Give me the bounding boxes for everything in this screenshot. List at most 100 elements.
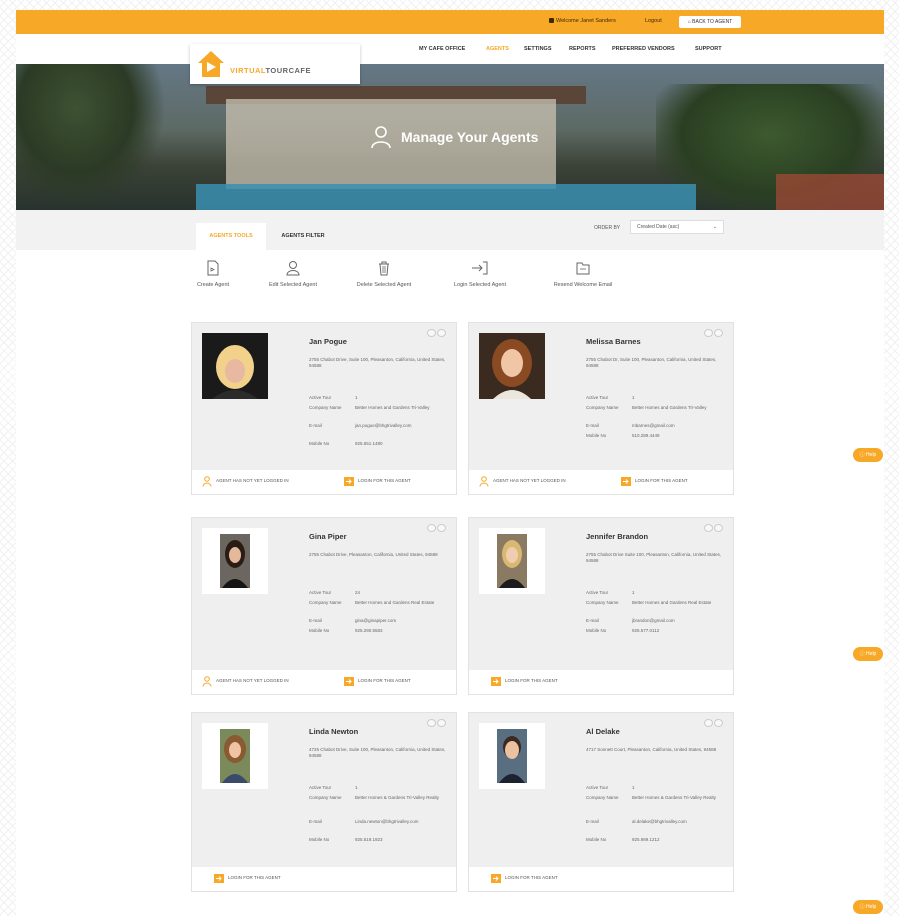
- field-label: Company Name: [309, 600, 342, 605]
- field-row: Active Tour 1: [309, 395, 454, 405]
- field-label: Active Tour: [586, 590, 609, 595]
- login-icon: [491, 874, 501, 883]
- field-label: Mobile No: [586, 628, 607, 633]
- field-label: E-mail: [309, 618, 322, 623]
- agent-address: 4725 Chabot Drive, Suite 100, Pleasanton…: [309, 747, 446, 758]
- help-button[interactable]: ⓘ Help: [853, 448, 883, 462]
- virtual-tour-cafe-logo[interactable]: VIRTUALTOURCAFE: [190, 44, 360, 84]
- agent-fields: Active Tour 1 Company Name Better Homes an…: [309, 395, 454, 451]
- card-footer: LOGIN FOR THIS AGENT: [192, 867, 456, 891]
- agent-address: 2755 Chabot Dr, Suite 100, Pleasanton, C…: [586, 357, 717, 368]
- field-label: Mobile No: [309, 628, 330, 633]
- agent-card[interactable]: Gina Piper 2755 Chabot Drive, Pleasanton…: [191, 517, 457, 695]
- top-bar: Welcome Janet Sanders Logout ⌂ BACK TO A…: [16, 10, 884, 34]
- nav-my-cafe-office[interactable]: MY CAFE OFFICE: [419, 46, 465, 52]
- help-button[interactable]: ⓘ Help: [853, 647, 883, 661]
- field-value: 510.289.4449: [632, 433, 660, 438]
- field-row: Company Name Better Homes and Gardens Rea…: [586, 600, 731, 618]
- order-by-select[interactable]: Created Date (asc) ⌄: [630, 220, 724, 234]
- login-for-agent-link[interactable]: LOGIN FOR THIS AGENT: [505, 678, 558, 683]
- field-label: Mobile No: [309, 837, 330, 842]
- field-label: Company Name: [309, 795, 342, 800]
- tab-agents-tools[interactable]: AGENTS TOOLS: [196, 223, 266, 250]
- edit-icon[interactable]: [427, 719, 436, 727]
- login-for-agent-link[interactable]: LOGIN FOR THIS AGENT: [358, 478, 411, 483]
- tab-agents-filter[interactable]: AGENTS FILTER: [268, 223, 338, 250]
- help-button[interactable]: ⓘ Help: [853, 900, 883, 914]
- edit-icon[interactable]: [427, 524, 436, 532]
- field-value: 24: [355, 590, 361, 595]
- agent-card[interactable]: Jennifer Brandon 2755 Chabot Drive Suite…: [468, 517, 734, 695]
- not-logged-in-status: AGENT HAS NOT YET LOGGED IN: [216, 478, 289, 483]
- resend-welcome-email-button[interactable]: Resend Welcome Email: [539, 260, 627, 288]
- nav-agents[interactable]: AGENTS: [486, 46, 509, 52]
- login-icon: [344, 477, 354, 486]
- field-label: E-mail: [309, 819, 322, 824]
- agent-name: Jennifer Brandon: [586, 532, 649, 541]
- edit-selected-agent-button[interactable]: Edit Selected Agent: [257, 260, 329, 288]
- card-footer: AGENT HAS NOT YET LOGGED IN LOGIN FOR TH…: [192, 670, 456, 694]
- nav-preferred-vendors[interactable]: PREFERRED VENDORS: [612, 46, 675, 52]
- agent-card[interactable]: Jan Pogue 2755 Chabot Drive, Suite 100, …: [191, 322, 457, 495]
- field-row: Mobile No 925.989.1212: [586, 837, 731, 847]
- close-icon[interactable]: [437, 719, 446, 727]
- login-icon: [491, 677, 501, 686]
- field-row: Mobile No 510.289.4449: [586, 433, 731, 443]
- order-by-label: ORDER BY: [594, 225, 621, 231]
- edit-icon[interactable]: [704, 719, 713, 727]
- field-label: E-mail: [309, 423, 322, 428]
- edit-icon[interactable]: [704, 329, 713, 337]
- field-value: Better Homes & Gardens Tri-Valley Realty: [632, 795, 716, 800]
- agent-card[interactable]: Linda Newton 4725 Chabot Drive, Suite 10…: [191, 712, 457, 892]
- order-by-value: Created Date (asc): [637, 224, 680, 230]
- field-value: 925.577.0112: [632, 628, 660, 633]
- main-nav: MY CAFE OFFICE AGENTS SETTINGS REPORTS P…: [16, 34, 884, 64]
- field-row: Mobile No 925.519.1923: [309, 837, 454, 847]
- nav-settings[interactable]: SETTINGS: [524, 46, 552, 52]
- login-for-agent-link[interactable]: LOGIN FOR THIS AGENT: [635, 478, 688, 483]
- edit-icon[interactable]: [704, 524, 713, 532]
- login-for-agent-link[interactable]: LOGIN FOR THIS AGENT: [358, 678, 411, 683]
- delete-selected-agent-button[interactable]: Delete Selected Agent: [344, 260, 424, 288]
- field-row: E-mail jan.pogue@bhgtrivalley.com: [309, 423, 454, 441]
- logout-link[interactable]: Logout: [645, 18, 662, 24]
- field-value: Better Homes & Gardens Tri-Valley Realty: [355, 795, 439, 800]
- agent-actions: Create Agent Edit Selected Agent Delete …: [16, 250, 884, 310]
- agent-name: Al Delake: [586, 727, 620, 736]
- not-logged-in-status: AGENT HAS NOT YET LOGGED IN: [216, 678, 289, 683]
- logo-text-tourcafe: TOURCAFE: [265, 66, 311, 75]
- close-icon[interactable]: [714, 719, 723, 727]
- chevron-down-icon: ⌄: [712, 224, 717, 230]
- create-agent-button[interactable]: Create Agent: [188, 260, 238, 288]
- field-value: Better Homes and Gardens Real Estate: [632, 600, 712, 605]
- agent-card[interactable]: Melissa Barnes 2755 Chabot Dr, Suite 100…: [468, 322, 734, 495]
- close-icon[interactable]: [437, 329, 446, 337]
- field-row: E-mail gina@ginapiper.com: [309, 618, 454, 628]
- field-value: 1: [632, 395, 635, 400]
- close-icon[interactable]: [714, 329, 723, 337]
- login-for-agent-link[interactable]: LOGIN FOR THIS AGENT: [228, 875, 281, 880]
- back-to-agent-button[interactable]: ⌂ BACK TO AGENT: [679, 16, 741, 28]
- agent-address: 2755 Chabot Drive, Pleasanton, Californi…: [309, 552, 438, 557]
- nav-support[interactable]: SUPPORT: [695, 46, 722, 52]
- card-controls: [426, 719, 448, 727]
- logo-text: VIRTUALTOURCAFE: [230, 66, 311, 75]
- not-logged-in-status: AGENT HAS NOT YET LOGGED IN: [493, 478, 566, 483]
- agent-card[interactable]: Al Delake 4717 Sonnett Court, Pleasanton…: [468, 712, 734, 892]
- field-label: Active Tour: [586, 785, 609, 790]
- login-for-agent-link[interactable]: LOGIN FOR THIS AGENT: [505, 875, 558, 880]
- card-footer: LOGIN FOR THIS AGENT: [469, 867, 733, 891]
- field-value: al.delake@bhgtrivalley.com: [632, 819, 687, 824]
- close-icon[interactable]: [437, 524, 446, 532]
- close-icon[interactable]: [714, 524, 723, 532]
- card-footer: AGENT HAS NOT YET LOGGED IN LOGIN FOR TH…: [192, 470, 456, 494]
- field-row: Company Name Better Homes and Gardens Rea…: [309, 600, 454, 618]
- page-title: Manage Your Agents: [401, 129, 539, 145]
- edit-icon[interactable]: [427, 329, 436, 337]
- field-row: Active Tour 1: [586, 395, 731, 405]
- login-selected-agent-button[interactable]: Login Selected Agent: [441, 260, 519, 288]
- hero-banner: Manage Your Agents: [16, 64, 884, 210]
- delete-selected-agent-label: Delete Selected Agent: [356, 282, 412, 288]
- field-row: Active Tour 1: [586, 785, 731, 795]
- nav-reports[interactable]: REPORTS: [569, 46, 596, 52]
